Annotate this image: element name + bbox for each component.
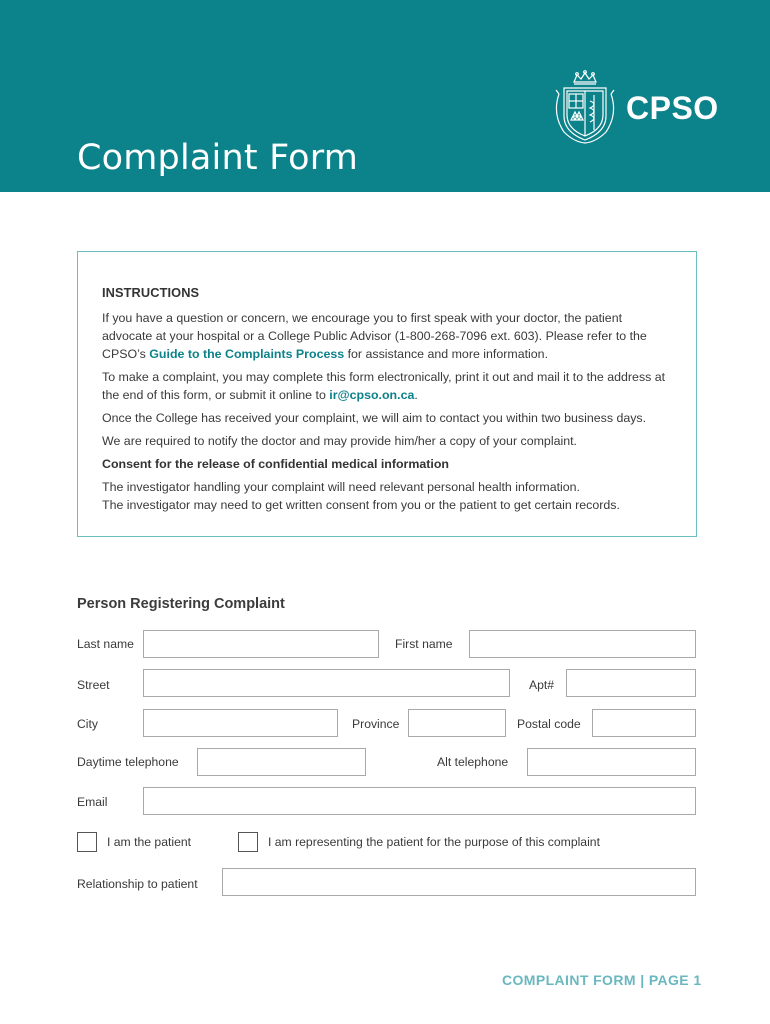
logo-text: CPSO <box>626 89 719 126</box>
cpso-logo: CPSO <box>550 68 719 144</box>
representing-patient-checkbox[interactable] <box>238 832 258 852</box>
first-name-label: First name <box>395 637 453 651</box>
daytime-telephone-label: Daytime telephone <box>77 755 179 769</box>
guide-link[interactable]: Guide to the Complaints Process <box>149 347 344 361</box>
instructions-box: INSTRUCTIONS If you have a question or c… <box>77 251 697 537</box>
header-banner: CPSO Complaint Form <box>0 0 770 192</box>
section-title: Person Registering Complaint <box>77 596 285 612</box>
text: for assistance and more information. <box>344 347 549 361</box>
daytime-telephone-field[interactable] <box>197 748 366 776</box>
email-field[interactable] <box>143 787 696 815</box>
postal-code-label: Postal code <box>517 717 581 731</box>
instructions-paragraph-1: If you have a question or concern, we en… <box>102 309 672 363</box>
consent-heading: Consent for the release of confidential … <box>102 457 449 471</box>
street-field[interactable] <box>143 669 510 697</box>
first-name-field[interactable] <box>469 630 696 658</box>
instructions-heading: INSTRUCTIONS <box>102 285 200 300</box>
instructions-paragraph-2: To make a complaint, you may complete th… <box>102 368 672 404</box>
alt-telephone-label: Alt telephone <box>437 755 509 769</box>
instructions-paragraph-5: The investigator handling your complaint… <box>102 480 581 494</box>
email-label: Email <box>77 795 108 809</box>
page-footer: COMPLAINT FORM | PAGE 1 <box>502 972 702 988</box>
email-link[interactable]: ir@cpso.on.ca <box>329 388 414 402</box>
last-name-field[interactable] <box>143 630 379 658</box>
instructions-paragraph-6: The investigator may need to get written… <box>102 498 620 512</box>
apt-field[interactable] <box>566 669 696 697</box>
alt-telephone-field[interactable] <box>527 748 696 776</box>
province-field[interactable] <box>408 709 506 737</box>
city-field[interactable] <box>143 709 338 737</box>
text: . <box>414 388 418 402</box>
page-title: Complaint Form <box>77 138 359 178</box>
last-name-label: Last name <box>77 637 134 651</box>
postal-code-field[interactable] <box>592 709 696 737</box>
is-patient-checkbox[interactable] <box>77 832 97 852</box>
street-label: Street <box>77 678 110 692</box>
relationship-label: Relationship to patient <box>77 877 198 891</box>
instructions-paragraph-3: Once the College has received your compl… <box>102 411 647 425</box>
crest-icon <box>555 70 615 144</box>
province-label: Province <box>352 717 400 731</box>
city-label: City <box>77 717 98 731</box>
relationship-field[interactable] <box>222 868 696 896</box>
representing-patient-label: I am representing the patient for the pu… <box>268 835 600 849</box>
instructions-paragraph-4: We are required to notify the doctor and… <box>102 434 577 448</box>
is-patient-label: I am the patient <box>107 835 192 849</box>
apt-label: Apt# <box>529 678 555 692</box>
